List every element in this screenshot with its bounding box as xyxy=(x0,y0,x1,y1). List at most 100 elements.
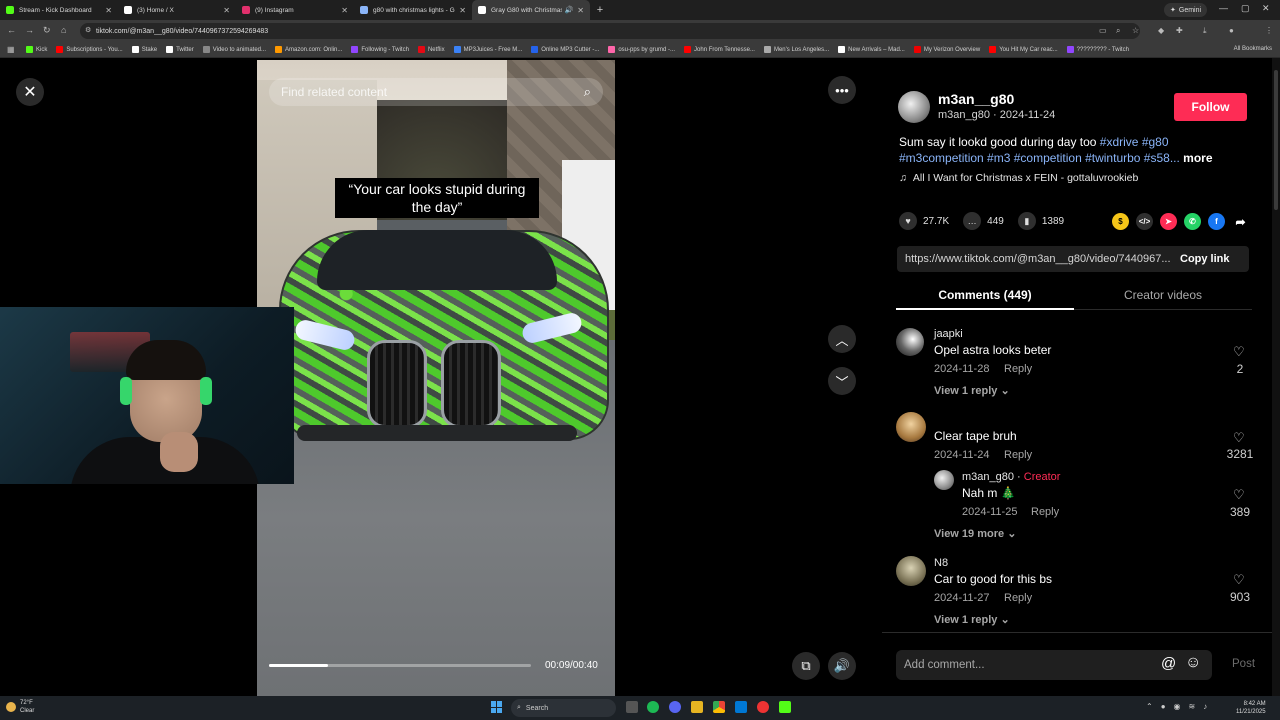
network-icon[interactable]: ◉ xyxy=(1174,702,1181,711)
bookmark-item[interactable]: Stake xyxy=(131,46,157,53)
music-link[interactable]: ♫ All I Want for Christmas x FEIN - gott… xyxy=(899,172,1138,184)
author-avatar[interactable] xyxy=(898,91,930,123)
facebook-icon[interactable]: f xyxy=(1208,213,1225,230)
close-tab-icon[interactable]: ✕ xyxy=(341,6,348,15)
puzzle-icon[interactable]: ✚ xyxy=(1176,26,1183,35)
url-bar[interactable]: ⚙ tiktok.com/@m3an__g80/video/7440967372… xyxy=(80,23,1140,39)
view-more-replies-button[interactable]: View 19 more ⌄ xyxy=(934,527,1016,540)
send-icon[interactable]: ➤ xyxy=(1160,213,1177,230)
like-button[interactable]: ♥ 27.7K xyxy=(899,212,949,230)
bookmark-item[interactable]: Netflix xyxy=(417,46,445,53)
save-button[interactable]: ▮ 1389 xyxy=(1017,212,1064,230)
window-close-icon[interactable]: ✕ xyxy=(1262,3,1270,14)
mention-icon[interactable]: @ xyxy=(1161,655,1176,672)
audio-playing-icon[interactable]: 🔊 xyxy=(565,6,574,14)
previous-video-button[interactable]: ︿ xyxy=(828,325,856,353)
creator-reply-name[interactable]: m3an_g80 · Creator xyxy=(962,471,1060,483)
reply-button[interactable]: Reply xyxy=(1004,363,1032,375)
comment-button[interactable]: … 449 xyxy=(963,212,1004,230)
forward-icon[interactable]: → xyxy=(25,25,34,35)
bookmark-item[interactable]: osu-pps by grumd -... xyxy=(608,46,675,53)
reload-icon[interactable]: ↻ xyxy=(43,25,51,36)
commenter-avatar[interactable] xyxy=(896,412,926,442)
close-video-button[interactable]: ✕ xyxy=(16,78,44,106)
video-progress-bar[interactable] xyxy=(269,664,531,667)
bookmark-item[interactable]: Following - Twitch xyxy=(351,46,409,53)
bookmark-item[interactable]: Twitter xyxy=(166,46,194,53)
close-tab-icon[interactable]: ✕ xyxy=(105,6,112,15)
bookmark-item[interactable]: New Arrivals – Mad... xyxy=(838,46,905,53)
install-app-icon[interactable]: ▭ xyxy=(1099,26,1107,35)
close-tab-icon[interactable]: ✕ xyxy=(459,6,466,15)
view-replies-button[interactable]: View 1 reply ⌄ xyxy=(934,613,1010,626)
home-icon[interactable]: ⌂ xyxy=(61,25,66,35)
bookmark-item[interactable]: Subscriptions - You... xyxy=(56,46,123,53)
downloads-icon[interactable]: ⤓ xyxy=(1203,26,1207,36)
follow-button[interactable]: Follow xyxy=(1174,93,1247,121)
browser-tab-active[interactable]: Gray G80 with Christmas Li🔊✕ xyxy=(472,0,590,20)
bookmark-item[interactable]: ????????? - Twitch xyxy=(1066,46,1129,53)
commenter-name[interactable]: N8 xyxy=(934,557,948,569)
bookmark-item[interactable]: You Hit My Car reac... xyxy=(989,46,1058,53)
spotify-icon[interactable] xyxy=(647,701,659,713)
related-content-search[interactable]: Find related content ⌕ xyxy=(269,78,603,106)
more-options-button[interactable]: ••• xyxy=(828,76,856,104)
author-name[interactable]: m3an__g80 xyxy=(938,91,1014,107)
comment-like-icon[interactable]: ♡ xyxy=(1233,572,1245,588)
commenter-avatar[interactable] xyxy=(896,328,924,356)
copy-link-button[interactable]: Copy link xyxy=(1180,253,1230,265)
minimize-icon[interactable]: — xyxy=(1219,3,1228,13)
reply-button[interactable]: Reply xyxy=(1004,449,1032,461)
bookmark-item[interactable]: Video to animated... xyxy=(202,46,266,53)
close-tab-icon[interactable]: ✕ xyxy=(223,6,230,15)
bookmark-item[interactable]: Online MP3 Cutter -... xyxy=(531,46,599,53)
scrollbar-thumb[interactable] xyxy=(1274,70,1278,210)
discord-icon[interactable] xyxy=(669,701,681,713)
chevron-up-icon[interactable]: ⌃ xyxy=(1146,702,1153,711)
new-tab-button[interactable]: + xyxy=(590,0,610,20)
maximize-icon[interactable]: ▢ xyxy=(1241,3,1250,14)
site-info-icon[interactable]: ⚙ xyxy=(85,26,91,34)
taskbar-clock[interactable]: 8:42 AM 11/21/2025 xyxy=(1236,700,1266,716)
commenter-avatar[interactable] xyxy=(896,556,926,586)
start-button[interactable] xyxy=(491,701,503,713)
bookmark-item[interactable]: Kick xyxy=(26,46,47,53)
reply-button[interactable]: Reply xyxy=(1031,506,1059,518)
volume-button[interactable]: 🔊 xyxy=(828,652,856,680)
weather-widget[interactable]: 72°F Clear xyxy=(6,699,34,715)
all-bookmarks-link[interactable]: All Bookmarks xyxy=(1234,46,1272,52)
emoji-icon[interactable]: ☺ xyxy=(1185,654,1201,672)
hashtag-link[interactable]: #m3competition #m3 #competition #twintur… xyxy=(899,151,1180,165)
search-icon[interactable]: ⌕ xyxy=(584,84,591,100)
extension-icon[interactable]: ◆ xyxy=(1158,26,1164,35)
comment-like-icon[interactable]: ♡ xyxy=(1233,430,1245,446)
comment-like-icon[interactable]: ♡ xyxy=(1233,487,1245,503)
file-explorer-icon[interactable] xyxy=(691,701,703,713)
tab-creator-videos[interactable]: Creator videos xyxy=(1074,288,1252,302)
bookmark-item[interactable]: Amazon.com: Onlin... xyxy=(275,46,342,53)
hashtag-link[interactable]: #xdrive #g80 xyxy=(1100,135,1169,149)
video-player[interactable]: Find related content ⌕ “Your car looks s… xyxy=(257,60,615,696)
back-icon[interactable]: ← xyxy=(7,25,16,35)
share-arrow-icon[interactable]: ➦ xyxy=(1232,213,1249,230)
bookmark-item[interactable]: John From Tennesse... xyxy=(684,46,755,53)
browser-tab[interactable]: Stream - Kick Dashboard ✕ xyxy=(0,0,118,20)
whatsapp-icon[interactable]: ✆ xyxy=(1184,213,1201,230)
profile-icon[interactable]: ● xyxy=(1229,26,1234,35)
task-view-icon[interactable] xyxy=(626,701,638,713)
creator-avatar[interactable] xyxy=(934,470,954,490)
kick-icon[interactable] xyxy=(779,701,791,713)
close-tab-icon[interactable]: ✕ xyxy=(577,6,584,15)
bookmark-item[interactable]: Men's Los Angeles... xyxy=(763,46,829,53)
bookmark-item[interactable]: MP3Juices - Free M... xyxy=(453,46,522,53)
pip-button[interactable]: ⧉ xyxy=(792,652,820,680)
tab-comments[interactable]: Comments (449) xyxy=(896,288,1074,302)
post-button[interactable]: Post xyxy=(1232,658,1255,670)
comment-like-icon[interactable]: ♡ xyxy=(1233,344,1245,360)
share-coin-icon[interactable]: $ xyxy=(1112,213,1129,230)
gemini-button[interactable]: ✦ Gemini xyxy=(1164,3,1208,17)
bookmark-star-icon[interactable]: ☆ xyxy=(1132,26,1139,35)
browser-tab[interactable]: (3) Home / X ✕ xyxy=(118,0,236,20)
view-replies-button[interactable]: View 1 reply ⌄ xyxy=(934,384,1010,397)
zoom-icon[interactable]: ⌕ xyxy=(1116,26,1120,36)
